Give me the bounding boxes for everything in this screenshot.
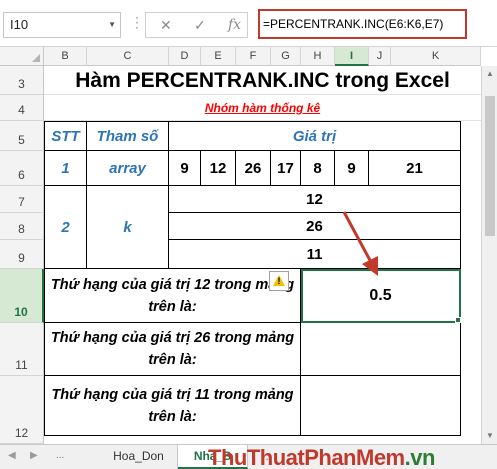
result-cell-i11[interactable] (301, 323, 461, 376)
chevron-down-icon[interactable]: ▼ (108, 13, 116, 37)
formula-buttons: ✕ ✓ fx (145, 12, 248, 38)
row-header-5[interactable]: 5 (0, 121, 44, 151)
warning-mark: ! (277, 276, 281, 286)
header-stt[interactable]: STT (44, 121, 87, 151)
row-number: 11 (15, 358, 28, 372)
row-number: 6 (18, 168, 25, 182)
question-3[interactable]: Thứ hạng của giá trị 11 trong mảng trên … (44, 376, 301, 436)
sheet-subtitle[interactable]: Nhóm hàm thống kê (44, 95, 481, 121)
row-header-12[interactable]: 12 (0, 376, 44, 444)
row-header-9[interactable]: 9 (0, 240, 44, 269)
row-number: 4 (18, 103, 25, 117)
column-header-f[interactable]: F (236, 47, 271, 66)
row-number: 8 (18, 222, 25, 236)
tab-scroll-right-icon[interactable]: ▶ (30, 450, 38, 461)
array-cell-h6[interactable]: 8 (301, 151, 335, 186)
row2-stt[interactable]: 2 (44, 186, 87, 269)
row-header-4[interactable]: 4 (0, 95, 44, 121)
column-header-b[interactable]: B (44, 47, 87, 66)
result-cell-i12[interactable] (301, 376, 461, 436)
row-header-10[interactable]: 10 (0, 269, 44, 323)
row2-param[interactable]: k (87, 186, 169, 269)
formula-input[interactable]: =PERCENTRANK.INC(E6:K6,E7) (258, 9, 467, 39)
header-value[interactable]: Giá trị (169, 121, 461, 151)
cancel-icon[interactable]: ✕ (160, 13, 172, 37)
column-header-j[interactable]: J (369, 47, 391, 66)
row-header-6[interactable]: 6 (0, 151, 44, 186)
array-cell-e6[interactable]: 12 (201, 151, 236, 186)
row-number: 5 (18, 133, 25, 147)
scroll-up-icon[interactable]: ▲ (482, 66, 497, 82)
tab-scroll-left-icon[interactable]: ◀ (8, 450, 16, 461)
row-number: 10 (14, 305, 28, 319)
row1-param[interactable]: array (87, 151, 169, 186)
array-cell-d6[interactable]: 9 (169, 151, 201, 186)
row1-stt[interactable]: 1 (44, 151, 87, 186)
array-cell-i6[interactable]: 9 (335, 151, 369, 186)
error-warning-icon[interactable]: ! (269, 271, 289, 291)
row-header-8[interactable]: 8 (0, 213, 44, 240)
column-header-k[interactable]: K (391, 47, 481, 66)
scroll-down-icon[interactable]: ▼ (482, 428, 497, 444)
watermark-part1: Thu (208, 445, 247, 469)
row-header-7[interactable]: 7 (0, 186, 44, 213)
worksheet-grid[interactable]: Hàm PERCENTRANK.INC trong Excel Nhóm hàm… (44, 66, 481, 444)
row-number: 9 (18, 251, 25, 265)
row-number: 12 (14, 426, 29, 440)
name-box-value: I10 (10, 17, 29, 32)
watermark-part2: ThuatPhanMem (246, 445, 405, 469)
k-value-2[interactable]: 26 (169, 213, 461, 240)
question-2[interactable]: Thứ hạng của giá trị 26 trong mảng trên … (44, 323, 301, 376)
column-header-e[interactable]: E (201, 47, 236, 66)
watermark-logo: ThuThuatPhanMem.vn (208, 445, 435, 469)
tab-more-left-icon[interactable]: ... (56, 450, 64, 461)
column-header-g[interactable]: G (271, 47, 301, 66)
array-cell-f6[interactable]: 26 (236, 151, 271, 186)
insert-function-icon[interactable]: fx (228, 13, 241, 37)
column-header-d[interactable]: D (169, 47, 201, 66)
sheet-title[interactable]: Hàm PERCENTRANK.INC trong Excel (44, 66, 481, 95)
k-value-3[interactable]: 11 (169, 240, 461, 269)
enter-icon[interactable]: ✓ (194, 13, 206, 37)
name-box[interactable]: I10 ▼ (3, 12, 121, 38)
column-header-h[interactable]: H (301, 47, 335, 66)
column-header-i[interactable]: I (335, 47, 369, 66)
watermark-part3: .vn (404, 445, 436, 469)
column-header-c[interactable]: C (87, 47, 169, 66)
fill-handle[interactable] (455, 317, 461, 323)
array-cell-k6[interactable]: 21 (369, 151, 461, 186)
question-1[interactable]: Thứ hạng của giá trị 12 trong mảng trên … (44, 269, 301, 323)
red-arrow-icon (342, 211, 378, 276)
row-header-3[interactable]: 3 (0, 66, 44, 95)
row-header-11[interactable]: 11 (0, 323, 44, 376)
row-number: 3 (18, 77, 25, 91)
array-cell-g6[interactable]: 17 (271, 151, 301, 186)
tab-hoa-don[interactable]: Hoa_Don (100, 445, 178, 469)
header-param[interactable]: Tham số (87, 121, 169, 151)
vertical-scrollbar[interactable]: ▲ ▼ (481, 66, 497, 444)
select-all-corner[interactable] (0, 47, 44, 66)
more-options-icon: ⋮ (130, 14, 144, 30)
formula-bar: I10 ▼ ⋮ ✕ ✓ fx =PERCENTRANK.INC(E6:K6,E7… (0, 0, 497, 47)
scrollbar-thumb[interactable] (485, 96, 495, 236)
k-value-1[interactable]: 12 (169, 186, 461, 213)
row-number: 7 (18, 195, 25, 209)
